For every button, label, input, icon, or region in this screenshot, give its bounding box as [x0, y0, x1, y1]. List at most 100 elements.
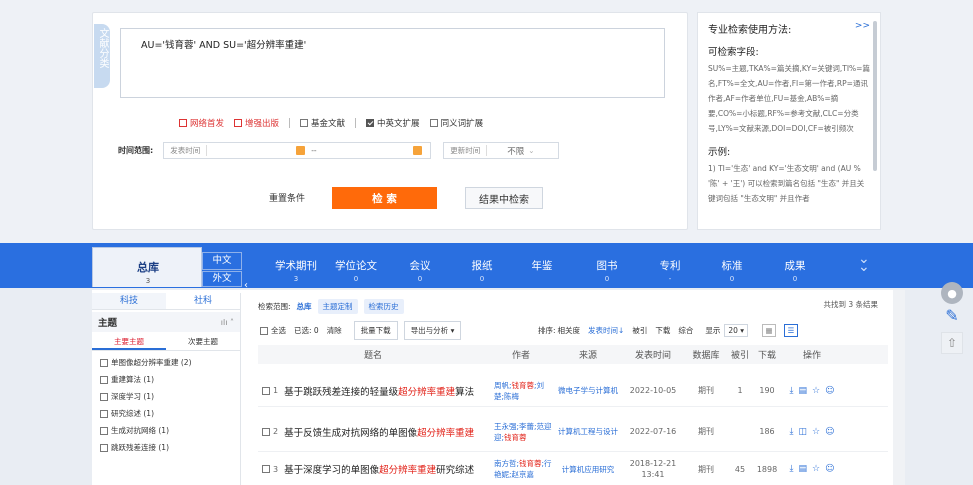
tab-social[interactable]: 社科: [166, 293, 240, 309]
read-icon[interactable]: ▤: [799, 386, 808, 396]
checkbox[interactable]: [429, 119, 438, 127]
checkbox[interactable]: [100, 392, 108, 401]
pen-icon[interactable]: ✎: [941, 304, 963, 326]
option-enhanced[interactable]: 增强出版: [234, 117, 279, 129]
list-view-icon[interactable]: ☰: [784, 324, 799, 337]
sort-relevance[interactable]: 相关度: [558, 325, 581, 336]
result-db: 期刊: [698, 386, 714, 395]
table-row: 3 基于深度学习的单图像 超分辨率重建 研究综述 南方哲;钱育蓉;行艳妮;赵京嘉 计…: [258, 453, 888, 485]
batch-download-button[interactable]: 批量下载: [353, 321, 398, 340]
result-title[interactable]: 1 基于跳跃残差连接的轻量级 超分辨率重建 算法: [258, 384, 488, 398]
nav-conference[interactable]: 会议 0: [400, 258, 440, 283]
checkbox[interactable]: [262, 465, 270, 473]
select-all-checkbox[interactable]: [260, 326, 268, 335]
more-link[interactable]: >>: [855, 21, 870, 36]
result-source[interactable]: 计算机应用研究: [554, 464, 622, 475]
sort-download[interactable]: 下载: [655, 325, 670, 336]
read-icon[interactable]: ▤: [799, 464, 808, 474]
search-button[interactable]: 检 索: [332, 187, 437, 209]
calendar-icon[interactable]: [296, 146, 306, 155]
checkbox[interactable]: [179, 119, 187, 127]
checkbox[interactable]: [100, 409, 108, 418]
download-icon[interactable]: ⤓: [790, 386, 794, 396]
tab-chinese[interactable]: 中文: [202, 252, 242, 270]
sort-citation[interactable]: 被引: [632, 325, 647, 336]
page-scrollbar[interactable]: [893, 290, 905, 485]
topic-item[interactable]: 研究综述 (1): [100, 408, 240, 419]
tab-secondary-topic[interactable]: 次要主题: [166, 335, 240, 350]
sort-publish-time[interactable]: 发表时间↓: [588, 325, 624, 336]
star-icon[interactable]: ☆: [812, 427, 820, 437]
reset-button[interactable]: 重置条件: [262, 187, 312, 207]
option-cn-en-extend[interactable]: 中英文扩展: [366, 117, 420, 129]
checkbox[interactable]: [262, 427, 270, 436]
topic-item[interactable]: 跳跃残差连接 (1): [100, 442, 240, 453]
search-in-results-button[interactable]: 结果中检索: [465, 187, 543, 209]
read-icon[interactable]: ◫: [799, 427, 808, 437]
clear-button[interactable]: 清除: [327, 325, 342, 336]
checkbox[interactable]: [100, 358, 108, 367]
tab-foreign[interactable]: 外文: [202, 271, 242, 287]
calendar-icon[interactable]: [412, 146, 422, 155]
option-fund[interactable]: 基金文献: [300, 117, 345, 129]
grid-view-icon[interactable]: ▦: [762, 324, 777, 337]
option-synonym[interactable]: 同义词扩展: [429, 117, 483, 129]
publish-time-field[interactable]: 发表时间 --: [163, 142, 432, 159]
search-expression-input[interactable]: AU='钱育蓉' AND SU='超分辨率重建': [120, 28, 665, 98]
checkbox-checked[interactable]: [366, 119, 375, 127]
chat-bubble-icon[interactable]: ●: [941, 282, 963, 304]
checkbox[interactable]: [100, 426, 108, 435]
topic-item[interactable]: 深度学习 (1): [100, 391, 240, 402]
nav-thesis[interactable]: 学位论文 0: [332, 258, 380, 283]
category-tab[interactable]: 文献分类: [94, 24, 110, 88]
nav-newspaper[interactable]: 报纸 0: [462, 258, 502, 283]
quote-icon[interactable]: ☺: [825, 427, 834, 437]
result-db: 期刊: [698, 464, 714, 474]
download-icon[interactable]: ⤓: [790, 464, 794, 474]
result-source[interactable]: 计算机工程与设计: [554, 426, 622, 437]
checkbox[interactable]: [300, 119, 309, 127]
checkbox[interactable]: [234, 119, 243, 127]
select-all-label[interactable]: 全选: [271, 325, 286, 336]
export-analysis-button[interactable]: 导出与分析 ▾: [403, 321, 462, 340]
chart-collapse-icon[interactable]: ılı ˄: [221, 318, 234, 327]
tab-main-topic[interactable]: 主要主题: [92, 335, 166, 350]
topic-item[interactable]: 单图像超分辨率重建 (2): [100, 357, 240, 368]
nav-journal[interactable]: 学术期刊 3: [272, 258, 320, 283]
checkbox[interactable]: [262, 386, 270, 395]
option-online-first[interactable]: 网络首发: [179, 117, 224, 129]
help-panel: 专业检索使用方法: >> 可检索字段: SU%=主题,TKA%=篇关摘,KY=关键…: [697, 12, 881, 230]
sort-overall[interactable]: 综合: [678, 325, 693, 336]
help-scrollbar[interactable]: [873, 21, 877, 171]
result-authors[interactable]: 南方哲;钱育蓉;行艳妮;赵京嘉: [488, 458, 554, 480]
star-icon[interactable]: ☆: [812, 386, 820, 396]
download-icon[interactable]: ⤓: [790, 427, 794, 437]
nav-total[interactable]: 总库 3: [92, 247, 202, 287]
expand-nav-icon[interactable]: ⌄ ⌄: [858, 252, 870, 274]
result-source[interactable]: 微电子学与计算机: [554, 385, 622, 396]
nav-standard[interactable]: 标准 0: [712, 258, 752, 283]
topic-item[interactable]: 重建算法 (1): [100, 374, 240, 385]
result-title[interactable]: 2 基于反馈生成对抗网络的单图像 超分辨率重建: [258, 425, 488, 439]
result-authors[interactable]: 周帆;钱育蓉;刘楚;陈梅: [488, 380, 554, 402]
checkbox[interactable]: [100, 443, 108, 452]
quote-icon[interactable]: ☺: [825, 386, 834, 396]
update-time-field[interactable]: 更新时间 不限 ⌄: [443, 142, 560, 159]
topic-section-header[interactable]: 主题 ılı ˄: [92, 312, 240, 332]
nav-achievement[interactable]: 成果 0: [775, 258, 815, 283]
tab-science[interactable]: 科技: [92, 293, 166, 309]
result-authors[interactable]: 王永强;李蕾;范迎迎;钱育蓉: [488, 421, 554, 443]
nav-book[interactable]: 图书 0: [587, 258, 627, 283]
nav-yearbook[interactable]: 年鉴: [522, 258, 562, 275]
checkbox[interactable]: [100, 375, 108, 384]
quote-icon[interactable]: ☺: [825, 464, 834, 474]
star-icon[interactable]: ☆: [812, 464, 820, 474]
topic-item[interactable]: 生成对抗网络 (1): [100, 425, 240, 436]
nav-patent[interactable]: 专利 -: [650, 258, 690, 283]
back-to-top-icon[interactable]: ⇧: [941, 332, 963, 354]
topic-custom-chip[interactable]: 主题定制: [317, 299, 358, 314]
example-text: 1) TI='生态' and KY='生态文明' and (AU % '陈' +…: [708, 164, 865, 203]
result-title[interactable]: 3 基于深度学习的单图像 超分辨率重建 研究综述: [258, 462, 488, 476]
search-history-chip[interactable]: 检索历史: [363, 299, 404, 314]
page-size-select[interactable]: 20 ▾: [724, 324, 749, 337]
